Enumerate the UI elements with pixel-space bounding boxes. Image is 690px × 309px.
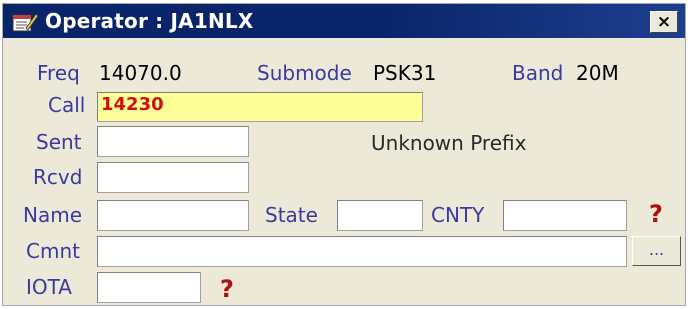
band-label: Band: [512, 61, 564, 85]
iota-help-icon[interactable]: ?: [220, 276, 234, 302]
rcvd-input[interactable]: [97, 162, 249, 193]
close-icon: ×: [656, 11, 672, 32]
sent-label: Sent: [36, 130, 82, 154]
submode-value: PSK31: [373, 61, 437, 85]
prefix-status: Unknown Prefix: [371, 131, 527, 155]
title-bar[interactable]: Operator : JA1NLX ×: [3, 4, 685, 38]
window-title: Operator : JA1NLX: [45, 9, 254, 33]
name-input[interactable]: [97, 200, 249, 231]
rcvd-label: Rcvd: [33, 165, 83, 189]
call-label: Call: [48, 93, 86, 117]
state-label: State: [265, 203, 318, 227]
notepad-pencil-icon: [12, 13, 38, 32]
sent-input[interactable]: [97, 126, 249, 157]
freq-label: Freq: [37, 61, 80, 85]
cmnt-label: Cmnt: [26, 239, 80, 263]
cnty-help-icon[interactable]: ?: [649, 201, 663, 227]
cnty-input[interactable]: [503, 200, 627, 231]
close-button[interactable]: ×: [650, 11, 678, 33]
submode-label: Submode: [257, 61, 352, 85]
iota-input[interactable]: [97, 272, 201, 303]
band-value: 20M: [576, 61, 619, 85]
comment-input[interactable]: [97, 236, 627, 267]
name-label: Name: [23, 203, 83, 227]
iota-label: IOTA: [26, 275, 72, 299]
operator-window: Operator : JA1NLX × Freq 14070.0 Submode…: [2, 3, 686, 306]
call-input[interactable]: 14230: [97, 92, 423, 122]
cnty-label: CNTY: [431, 203, 485, 227]
state-input[interactable]: [337, 200, 423, 231]
freq-value: 14070.0: [99, 61, 182, 85]
more-button[interactable]: ...: [632, 236, 681, 266]
